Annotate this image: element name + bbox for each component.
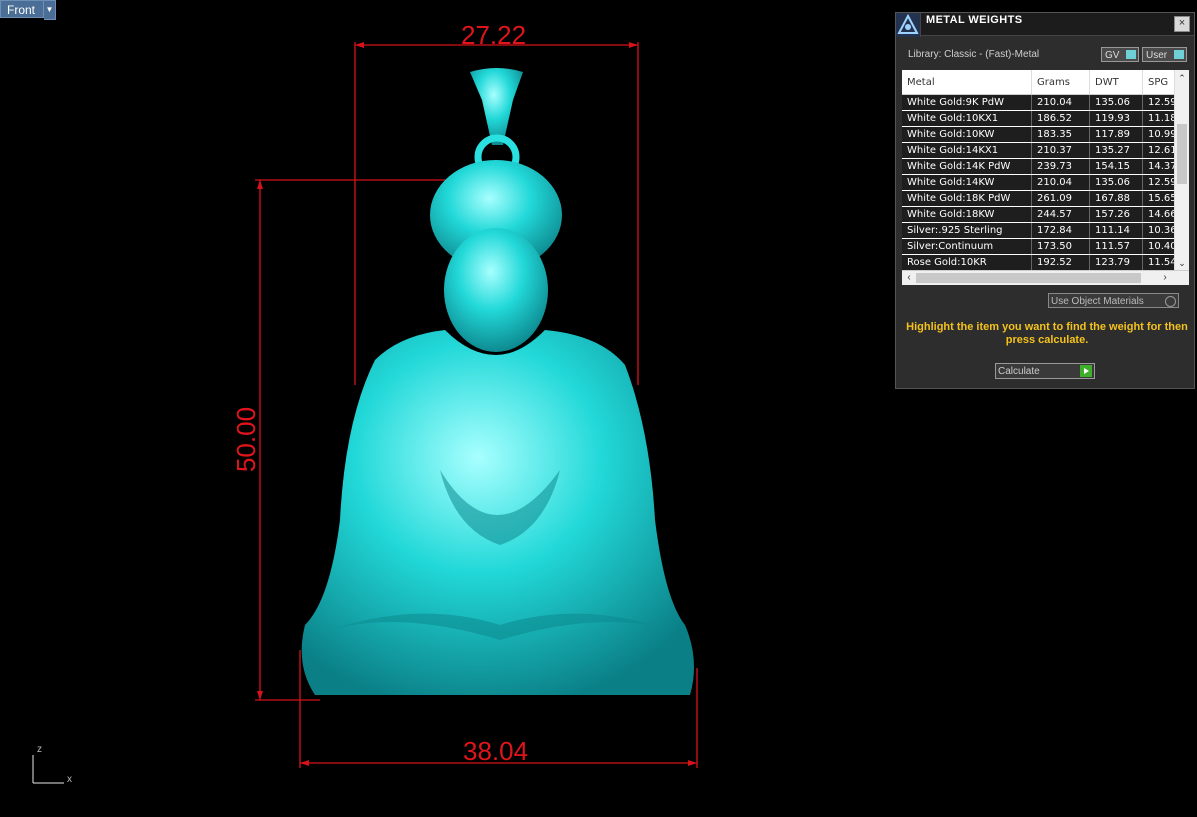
table-row[interactable]: White Gold:18KW 244.57 157.26 14.66 (902, 206, 1184, 223)
table-row[interactable]: Rose Gold:10KR 192.52 123.79 11.54 (902, 254, 1184, 271)
close-icon[interactable]: × (1174, 16, 1190, 32)
radio-icon[interactable] (1165, 296, 1176, 307)
scroll-up-icon[interactable]: ⌃ (1175, 72, 1189, 84)
metal-weights-panel: METAL WEIGHTS × Library: Classic - (Fast… (895, 12, 1195, 389)
scroll-left-icon[interactable]: ‹ (902, 271, 916, 285)
vertical-scrollbar[interactable]: ⌃ ⌄ (1174, 70, 1189, 271)
column-header-grams[interactable]: Grams (1031, 70, 1090, 95)
calculate-button[interactable]: Calculate (995, 363, 1095, 379)
horizontal-scrollbar[interactable]: ‹ › (902, 270, 1189, 285)
table-row[interactable]: White Gold:18K PdW 261.09 167.88 15.65 (902, 190, 1184, 207)
use-object-materials-option[interactable]: Use Object Materials (1048, 293, 1179, 308)
library-label: Library: Classic - (Fast)-Metal (908, 49, 1040, 60)
panel-title-bar[interactable]: METAL WEIGHTS × (896, 13, 1194, 37)
metal-table[interactable]: Metal Grams DWT SPG White Gold:9K PdW 210… (902, 70, 1189, 285)
gv-button[interactable]: GV (1101, 47, 1139, 62)
column-header-dwt[interactable]: DWT (1089, 70, 1143, 95)
table-row[interactable]: White Gold:14KX1 210.37 135.27 12.61 (902, 142, 1184, 159)
table-row[interactable]: White Gold:10KX1 186.52 119.93 11.18 (902, 110, 1184, 127)
horizontal-scroll-thumb[interactable] (916, 273, 1141, 283)
table-row[interactable]: White Gold:14K PdW 239.73 154.15 14.37 (902, 158, 1184, 175)
table-row[interactable]: Silver:Continuum 173.50 111.57 10.40 (902, 238, 1184, 255)
panel-title: METAL WEIGHTS (926, 14, 1023, 26)
axis-z-label: z (37, 744, 42, 755)
column-header-metal[interactable]: Metal (902, 70, 1032, 95)
dimension-width-bottom: 38.04 (463, 736, 529, 766)
vertical-scroll-thumb[interactable] (1177, 124, 1187, 184)
dimension-height-left: 50.00 (231, 406, 262, 473)
instruction-text: Highlight the item you want to find the … (906, 321, 1188, 346)
user-button[interactable]: User (1142, 47, 1187, 62)
table-row[interactable]: White Gold:9K PdW 210.04 135.06 12.59 (902, 94, 1184, 111)
play-icon (1080, 365, 1092, 377)
table-row[interactable]: White Gold:10KW 183.35 117.89 10.99 (902, 126, 1184, 143)
axis-x-label: x (67, 774, 72, 785)
scroll-right-icon[interactable]: › (1158, 271, 1172, 285)
buddha-model (301, 68, 694, 695)
app-logo-icon (896, 13, 921, 37)
table-row[interactable]: White Gold:14KW 210.04 135.06 12.59 (902, 174, 1184, 191)
table-row[interactable]: Silver:.925 Sterling 172.84 111.14 10.36 (902, 222, 1184, 239)
dimension-width-top: 27.22 (461, 20, 527, 50)
scroll-down-icon[interactable]: ⌄ (1175, 257, 1189, 269)
